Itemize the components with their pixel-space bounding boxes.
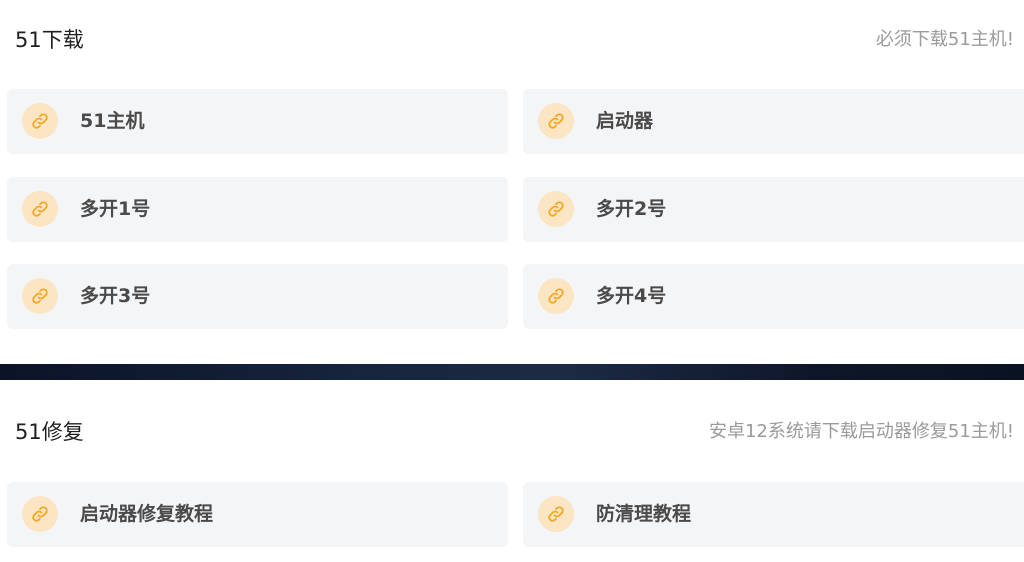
download-link-multi-2[interactable]: 多开2号 [523, 177, 1024, 242]
tile-label: 多开4号 [596, 285, 667, 307]
link-icon [22, 496, 58, 532]
repair-section: 51修复 安卓12系统请下载启动器修复51主机! 启动器修复教程 防清理教程 [0, 380, 1024, 562]
download-link-multi-1[interactable]: 多开1号 [7, 177, 508, 242]
repair-section-title: 51修复 [15, 420, 84, 444]
tile-label: 多开1号 [80, 198, 151, 220]
link-icon [538, 191, 574, 227]
repair-link-launcher-tutorial[interactable]: 启动器修复教程 [7, 482, 508, 547]
link-icon [22, 278, 58, 314]
download-section-note: 必须下载51主机! [875, 29, 1014, 50]
repair-link-anti-clean-tutorial[interactable]: 防清理教程 [523, 482, 1024, 547]
section-divider [0, 364, 1024, 380]
tile-label: 启动器 [596, 110, 654, 132]
link-icon [538, 278, 574, 314]
link-icon [22, 191, 58, 227]
download-link-launcher[interactable]: 启动器 [523, 89, 1024, 154]
page: 51下载 必须下载51主机! 51主机 启动器 多开1号 多开2号 多开3号 多… [0, 0, 1024, 562]
repair-section-note: 安卓12系统请下载启动器修复51主机! [708, 421, 1014, 442]
tile-label: 多开3号 [80, 285, 151, 307]
link-icon [538, 103, 574, 139]
tile-label: 启动器修复教程 [80, 503, 214, 525]
link-icon [22, 103, 58, 139]
download-link-51-host[interactable]: 51主机 [7, 89, 508, 154]
download-link-multi-3[interactable]: 多开3号 [7, 264, 508, 329]
link-icon [538, 496, 574, 532]
tile-label: 防清理教程 [596, 503, 692, 525]
download-section-title: 51下载 [15, 28, 84, 52]
tile-label: 多开2号 [596, 198, 667, 220]
download-link-multi-4[interactable]: 多开4号 [523, 264, 1024, 329]
tile-label: 51主机 [80, 110, 145, 132]
download-section: 51下载 必须下载51主机! 51主机 启动器 多开1号 多开2号 多开3号 多… [0, 0, 1024, 364]
